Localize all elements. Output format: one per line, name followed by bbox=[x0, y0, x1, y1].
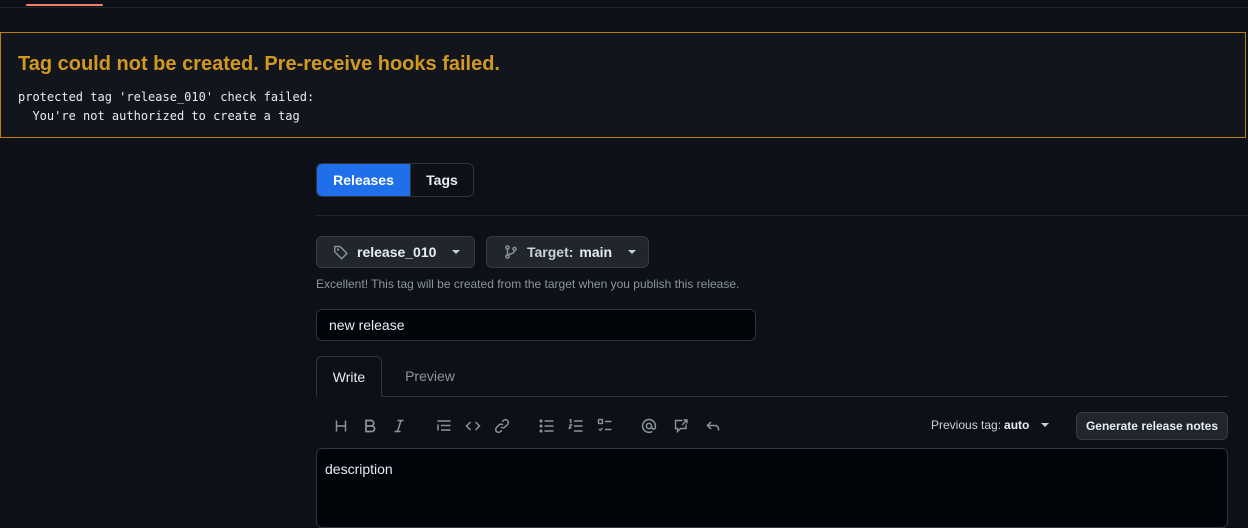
error-flash-banner: Tag could not be created. Pre-receive ho… bbox=[0, 32, 1246, 138]
target-picker-button[interactable]: Target: main bbox=[486, 236, 649, 268]
divider bbox=[316, 215, 1248, 216]
chevron-down-icon bbox=[452, 250, 461, 254]
previous-tag-value: auto bbox=[1004, 418, 1030, 432]
chevron-down-icon bbox=[1041, 423, 1050, 427]
reply-icon[interactable] bbox=[703, 416, 723, 436]
tag-hint-text: Excellent! This tag will be created from… bbox=[316, 277, 740, 291]
bulleted-list-icon[interactable] bbox=[537, 416, 557, 436]
branch-icon bbox=[503, 244, 519, 260]
previous-tag-label: Previous tag: bbox=[931, 418, 1002, 432]
tab-preview[interactable]: Preview bbox=[386, 356, 474, 396]
numbered-list-icon[interactable] bbox=[566, 416, 586, 436]
italic-icon[interactable] bbox=[389, 416, 409, 436]
top-nav-bar bbox=[0, 0, 1248, 8]
chevron-down-icon bbox=[628, 250, 637, 254]
mention-icon[interactable] bbox=[639, 416, 659, 436]
tag-icon bbox=[333, 244, 349, 260]
cross-reference-icon[interactable] bbox=[671, 416, 691, 436]
flash-message: protected tag 'release_010' check failed… bbox=[18, 90, 315, 123]
quote-icon[interactable] bbox=[434, 416, 454, 436]
bold-icon[interactable] bbox=[360, 416, 380, 436]
active-nav-underline bbox=[26, 4, 103, 6]
previous-tag-select[interactable]: Previous tag: auto bbox=[931, 418, 1050, 432]
description-value: description bbox=[325, 461, 393, 477]
description-textarea[interactable]: description bbox=[316, 448, 1228, 528]
task-list-icon[interactable] bbox=[595, 416, 615, 436]
target-label: Target: bbox=[527, 244, 574, 260]
tag-picker-value: release_010 bbox=[357, 244, 437, 260]
tab-write[interactable]: Write bbox=[316, 356, 382, 397]
heading-icon[interactable] bbox=[331, 416, 351, 436]
releases-tags-switch: Releases Tags bbox=[316, 163, 474, 197]
link-icon[interactable] bbox=[492, 416, 512, 436]
tags-tab-button[interactable]: Tags bbox=[410, 164, 473, 196]
editor-tabs: Write Preview bbox=[316, 356, 1228, 397]
release-title-value: new release bbox=[329, 317, 405, 333]
flash-title: Tag could not be created. Pre-receive ho… bbox=[18, 53, 500, 75]
release-title-input[interactable]: new release bbox=[316, 309, 756, 341]
tag-picker-button[interactable]: release_010 bbox=[316, 236, 475, 268]
generate-release-notes-button[interactable]: Generate release notes bbox=[1076, 412, 1228, 440]
releases-tab-button[interactable]: Releases bbox=[317, 164, 410, 196]
target-value: main bbox=[579, 244, 613, 260]
code-icon[interactable] bbox=[463, 416, 483, 436]
